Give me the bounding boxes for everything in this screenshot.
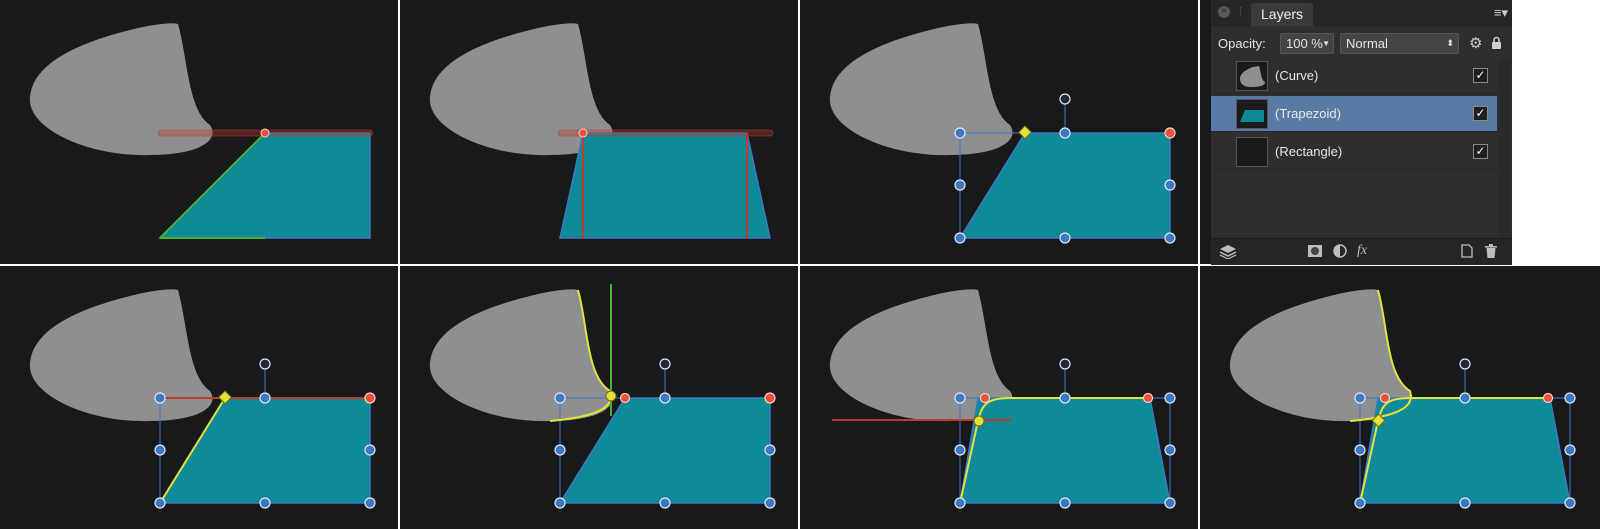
layer-thumbnail <box>1236 99 1268 129</box>
delete-icon[interactable] <box>1485 244 1497 261</box>
fx-icon[interactable]: fx <box>1357 243 1367 258</box>
adjustment-icon[interactable] <box>1333 244 1347 261</box>
layer-row-trapezoid[interactable]: (Trapezoid) ✓ <box>1211 96 1497 132</box>
layer-row-rectangle[interactable]: (Rectangle) ✓ <box>1211 134 1497 170</box>
tab-layers[interactable]: Layers <box>1251 3 1314 26</box>
visibility-checkbox[interactable]: ✓ <box>1473 144 1488 159</box>
mask-icon[interactable] <box>1308 244 1322 261</box>
settings-icon[interactable]: ⚙ <box>1469 36 1482 51</box>
drag-grip-icon[interactable]: ⁞ <box>1239 6 1243 18</box>
layer-thumbnail <box>1236 137 1268 167</box>
close-icon[interactable]: × <box>1218 6 1230 18</box>
layer-name: (Trapezoid) <box>1275 106 1341 121</box>
layers-bottom-toolbar: fx <box>1211 238 1512 265</box>
layer-thumbnail <box>1236 61 1268 91</box>
blend-mode-select[interactable]: Normal ⬍ <box>1340 33 1459 54</box>
layer-name: (Rectangle) <box>1275 144 1343 159</box>
layers-scrollbar[interactable] <box>1499 58 1511 238</box>
opacity-value: 100 % <box>1286 36 1323 51</box>
layers-icon[interactable] <box>1219 244 1237 262</box>
layer-row-curve[interactable]: (Curve) ✓ <box>1211 58 1497 94</box>
lock-icon[interactable] <box>1491 36 1502 53</box>
layers-panel: × ⁞ Layers ≡▾ Opacity: 100 % ▼ Normal ⬍ … <box>1211 0 1512 265</box>
blend-mode-value: Normal <box>1346 36 1388 51</box>
chevron-down-icon: ▼ <box>1322 39 1330 48</box>
layers-panel-titlebar: × ⁞ Layers ≡▾ <box>1211 0 1512 26</box>
visibility-checkbox[interactable]: ✓ <box>1473 106 1488 121</box>
visibility-checkbox[interactable]: ✓ <box>1473 68 1488 83</box>
layer-options-bar: Opacity: 100 % ▼ Normal ⬍ ⚙ <box>1211 30 1512 58</box>
opacity-label: Opacity: <box>1218 36 1266 51</box>
new-layer-icon[interactable] <box>1461 244 1473 261</box>
stepper-arrows-icon: ⬍ <box>1446 38 1454 48</box>
panel-menu-icon[interactable]: ≡▾ <box>1494 5 1508 21</box>
opacity-field[interactable]: 100 % ▼ <box>1280 33 1334 54</box>
layer-name: (Curve) <box>1275 68 1319 83</box>
